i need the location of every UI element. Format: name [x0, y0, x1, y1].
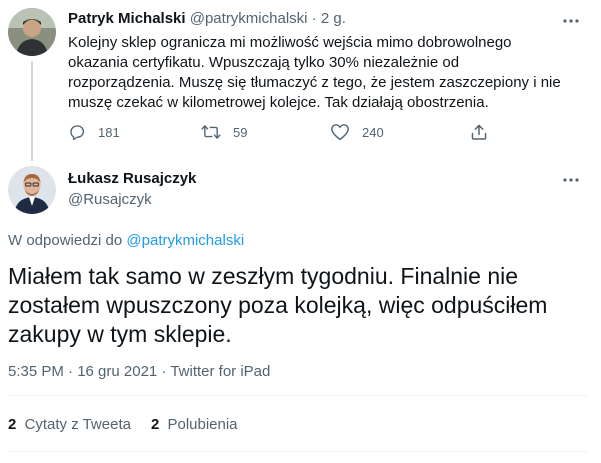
more-icon: [563, 178, 579, 182]
retweet-icon: [201, 125, 221, 139]
reply-button[interactable]: 181: [68, 122, 120, 142]
retweet-count: 59: [233, 124, 248, 140]
tweet-meta[interactable]: 5:35 PM · 16 gru 2021 · Twitter for iPad: [8, 363, 270, 381]
reply-icon: [70, 125, 85, 141]
reply-count: 181: [98, 124, 120, 140]
share-icon: [471, 124, 487, 140]
reply-context-prefix: W odpowiedzi do: [8, 232, 123, 249]
heart-icon: [331, 124, 349, 141]
reply-author-name[interactable]: Łukasz Rusajczyk: [68, 170, 196, 188]
parent-tweet-text: Kolejny sklep ogranicza mi możliwość wej…: [68, 34, 561, 111]
quote-tweets-stat[interactable]: 2 Cytaty z Tweeta: [8, 416, 131, 434]
stats-bottom-divider: [8, 451, 588, 452]
parent-more-button[interactable]: [561, 11, 581, 31]
reply-tweet-text: Miałem tak samo w zeszłym tygodniu. Fina…: [8, 263, 548, 347]
parent-author-handle[interactable]: @patrykmichalski: [190, 10, 308, 27]
parent-author-avatar[interactable]: [8, 8, 56, 56]
likes-stat[interactable]: 2 Polubienia: [151, 416, 238, 434]
likes-count: 2: [150, 416, 160, 433]
parent-tweet-header: Patryk Michalski @patrykmichalski · 2 g.: [68, 10, 346, 28]
like-button[interactable]: 240: [330, 122, 384, 142]
reply-more-button[interactable]: [561, 170, 581, 190]
parent-tweet-time[interactable]: 2 g.: [321, 10, 346, 27]
share-button[interactable]: [470, 122, 488, 142]
quotes-count: 2: [8, 416, 17, 433]
retweet-button[interactable]: 59: [201, 122, 247, 142]
likes-label: Polubienia: [167, 416, 238, 433]
tweet-stats: 2 Cytaty z Tweeta 2 Polubienia: [8, 416, 238, 434]
header-separator: ·: [311, 10, 317, 27]
thread-connector-line: [31, 61, 33, 161]
quotes-label: Cytaty z Tweeta: [24, 416, 131, 433]
reply-author-handle[interactable]: @Rusajczyk: [68, 191, 152, 209]
reply-to-handle-link[interactable]: @patrykmichalski: [126, 232, 244, 249]
more-icon: [563, 19, 579, 23]
parent-tweet-actions: 181 59 240: [68, 122, 498, 142]
like-count: 240: [362, 124, 384, 140]
reply-context: W odpowiedzi do @patrykmichalski: [8, 232, 244, 250]
reply-author-avatar[interactable]: [8, 166, 56, 214]
stats-top-divider: [8, 395, 588, 396]
parent-author-name[interactable]: Patryk Michalski: [68, 10, 186, 27]
